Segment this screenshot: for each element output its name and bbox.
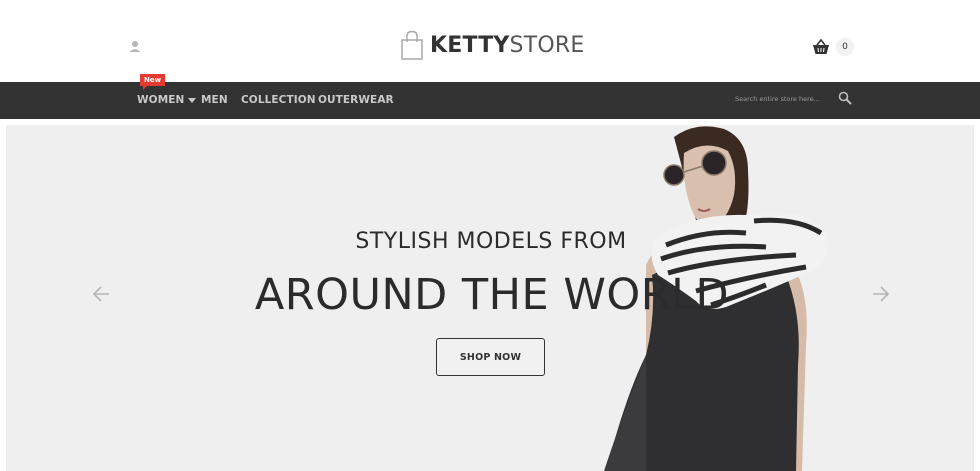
logo-text-light: STORE bbox=[509, 32, 585, 58]
hero-slider: STYLISH MODELS FROM AROUND THE WORLD SHO… bbox=[6, 125, 974, 471]
new-badge: New bbox=[140, 74, 166, 90]
caret-down-icon bbox=[188, 97, 197, 103]
nav-item-collection[interactable]: COLLECTION bbox=[241, 94, 316, 106]
cart-button[interactable]: 0 bbox=[812, 38, 854, 56]
search-input[interactable] bbox=[735, 92, 830, 106]
shopping-bag-logo-icon bbox=[401, 30, 423, 60]
nav-item-outerwear[interactable]: OUTERWEAR bbox=[318, 94, 394, 106]
arrow-right-icon[interactable] bbox=[871, 285, 891, 303]
cart-count-badge: 0 bbox=[836, 38, 854, 56]
logo-text-bold: KETTY bbox=[430, 32, 510, 58]
site-header: KETTY STORE 0 bbox=[0, 0, 980, 82]
search-icon[interactable] bbox=[838, 91, 852, 105]
user-account-icon[interactable] bbox=[126, 38, 144, 56]
nav-item-men[interactable]: MEN bbox=[201, 94, 228, 106]
arrow-left-icon[interactable] bbox=[91, 285, 111, 303]
store-logo[interactable]: KETTY STORE bbox=[400, 28, 584, 62]
nav-item-women-label: WOMEN bbox=[137, 94, 185, 106]
hero-heading: AROUND THE WORLD bbox=[254, 270, 730, 320]
nav-item-women[interactable]: WOMEN bbox=[137, 94, 197, 106]
hero-subheading: STYLISH MODELS FROM bbox=[355, 229, 627, 254]
main-navbar: WOMEN MEN COLLECTION OUTERWEAR bbox=[0, 82, 980, 119]
shop-now-button[interactable]: SHOP NOW bbox=[436, 338, 545, 376]
basket-icon bbox=[813, 39, 829, 54]
